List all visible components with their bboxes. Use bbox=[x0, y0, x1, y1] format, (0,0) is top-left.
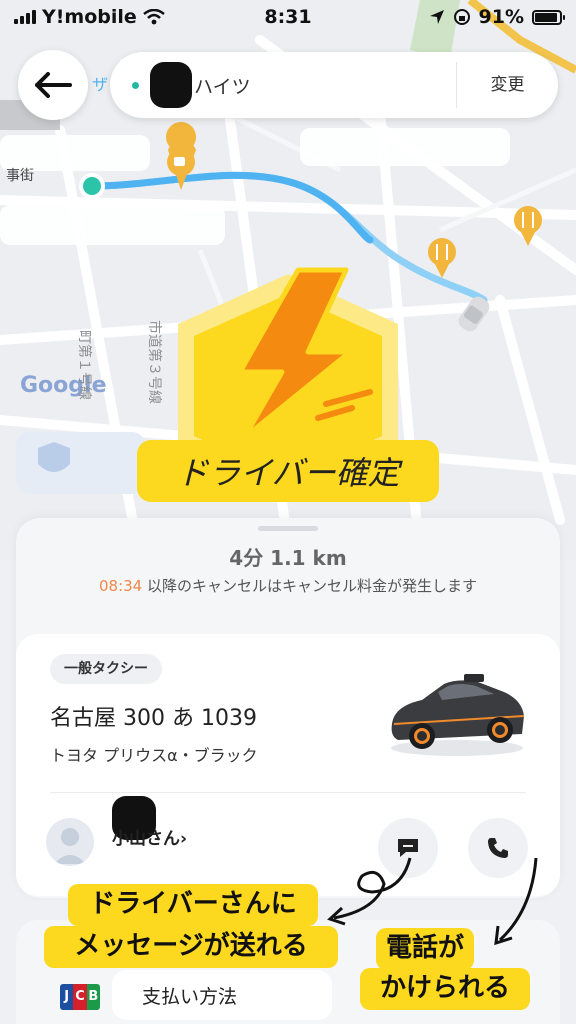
rotation-lock-icon bbox=[453, 9, 470, 25]
driver-card: 一般タクシー 名古屋 300 あ 1039 トヨタ プリウスα・ブラック 小山さ… bbox=[16, 634, 560, 896]
redacted-label bbox=[300, 128, 510, 166]
driver-confirmed-label: ドライバー確定 bbox=[137, 440, 439, 502]
message-button[interactable] bbox=[378, 818, 438, 878]
cancel-notice: 08:34 以降のキャンセルはキャンセル料金が発生します bbox=[76, 576, 500, 596]
phone-icon bbox=[488, 838, 508, 858]
destination-dot-icon bbox=[132, 82, 139, 89]
call-annotation-line2: かけられる bbox=[360, 968, 530, 1010]
map-street-label: 事街 bbox=[6, 168, 34, 184]
card-brand-letter: J bbox=[60, 984, 74, 1010]
driver-avatar[interactable] bbox=[46, 818, 94, 866]
eta-distance: 4分 1.1 km bbox=[229, 546, 347, 570]
driver-name-link[interactable]: 小山さん› bbox=[112, 824, 187, 849]
safety-chip bbox=[16, 432, 146, 494]
chat-icon bbox=[398, 839, 418, 857]
arrow-left-icon bbox=[35, 72, 72, 98]
car-type-badge: 一般タクシー bbox=[50, 654, 162, 684]
change-destination-button[interactable]: 変更 bbox=[456, 62, 558, 108]
street bbox=[495, 295, 565, 525]
map-street-label: 町第１号線 bbox=[76, 330, 93, 400]
map-street-label: 市道第３号線 bbox=[146, 320, 163, 404]
redacted-label bbox=[0, 135, 150, 171]
restaurant-poi-icon[interactable] bbox=[428, 238, 456, 278]
call-annotation-line1: 電話が bbox=[376, 928, 474, 970]
taxi-car-icon bbox=[391, 674, 525, 756]
origin-marker-dot bbox=[83, 177, 101, 195]
jcb-card-icon: J C B bbox=[60, 984, 100, 1010]
google-attribution: Google bbox=[20, 373, 107, 398]
battery-percent: 91% bbox=[478, 6, 524, 28]
location-arrow-icon bbox=[429, 10, 444, 24]
destination-bar[interactable]: ハイツ 変更 bbox=[110, 52, 558, 118]
redacted-address bbox=[150, 62, 192, 108]
cancel-notice-text: 以降のキャンセルはキャンセル料金が発生します bbox=[147, 577, 478, 595]
car-model: トヨタ プリウスα・ブラック bbox=[50, 746, 258, 765]
message-annotation-line1: ドライバーさんに bbox=[68, 884, 318, 926]
shield-icon bbox=[38, 442, 70, 472]
card-brand-letter: C bbox=[73, 984, 87, 1010]
cancel-deadline: 08:34 bbox=[98, 577, 143, 595]
back-button[interactable] bbox=[18, 50, 88, 120]
card-brand-letter: B bbox=[86, 984, 100, 1010]
map-poi-label: ザ bbox=[92, 75, 108, 94]
message-annotation-line2: メッセージが送れる bbox=[44, 926, 338, 968]
redacted-label bbox=[0, 205, 225, 245]
status-icons: 91% bbox=[429, 6, 565, 28]
sheet-handle[interactable] bbox=[258, 526, 318, 531]
battery-icon bbox=[532, 9, 565, 25]
call-button[interactable] bbox=[468, 818, 528, 878]
person-icon bbox=[54, 828, 86, 864]
status-bar: Y!mobile 8:31 91% bbox=[0, 0, 576, 36]
divider bbox=[50, 792, 526, 793]
destination-text: ハイツ bbox=[194, 76, 251, 98]
license-plate: 名古屋 300 あ 1039 bbox=[50, 706, 257, 731]
payment-method-label: 支払い方法 bbox=[142, 986, 238, 1008]
